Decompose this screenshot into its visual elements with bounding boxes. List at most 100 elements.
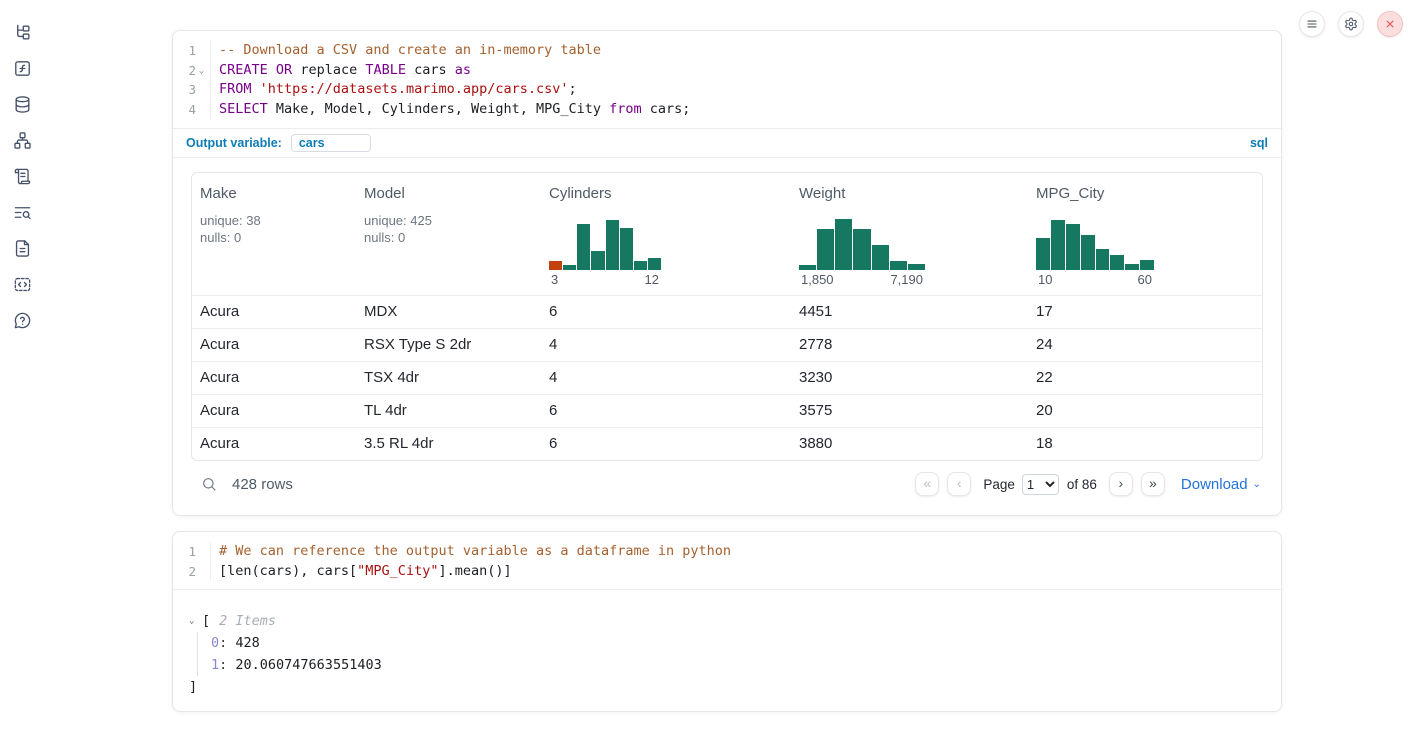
python-cell: 1⌄# We can reference the output variable… — [172, 531, 1282, 712]
histogram-bar[interactable] — [591, 251, 604, 270]
column-name: Weight — [799, 185, 1028, 202]
data-table: Make unique: 38nulls: 0 Model unique: 425nu… — [191, 172, 1263, 461]
snippets-icon[interactable] — [13, 275, 32, 294]
histogram-bar[interactable] — [634, 261, 647, 270]
file-tree-icon[interactable] — [13, 23, 32, 42]
table-row[interactable]: AcuraTSX 4dr4323022 — [192, 361, 1262, 394]
column-histogram: 1,8507,190 — [799, 218, 925, 287]
page-select[interactable]: 1 — [1022, 474, 1059, 495]
line-number: 1 — [188, 41, 196, 61]
histogram-bar[interactable] — [1110, 255, 1124, 270]
histogram-bar[interactable] — [549, 261, 562, 270]
database-icon[interactable] — [13, 95, 32, 114]
column-name: Model — [364, 185, 541, 202]
column-header-mpg_city[interactable]: MPG_City1060 — [1028, 185, 1262, 295]
column-name: Cylinders — [549, 185, 791, 202]
python-editor[interactable]: 1⌄# We can reference the output variable… — [173, 532, 1281, 590]
menu-button[interactable] — [1299, 11, 1325, 37]
table-cell: 20 — [1028, 402, 1262, 419]
logs-search-icon[interactable] — [13, 203, 32, 222]
chevron-down-icon: ⌄ — [1253, 479, 1261, 490]
next-page-button[interactable]: › — [1109, 472, 1133, 496]
table-cell: Acura — [192, 336, 356, 353]
hist-max-label: 12 — [645, 272, 659, 287]
histogram-bar[interactable] — [799, 265, 816, 270]
code-line: 3⌄FROM 'https://datasets.marimo.app/cars… — [173, 80, 1281, 100]
code-line: 1⌄-- Download a CSV and create an in-mem… — [173, 41, 1281, 61]
sql-output: Make unique: 38nulls: 0 Model unique: 425nu… — [173, 157, 1281, 508]
row-count: 428 rows — [232, 476, 293, 493]
fold-chevron-icon[interactable]: ⌄ — [196, 61, 207, 81]
close-bracket: ] — [189, 676, 1281, 698]
column-stats: unique: 38nulls: 0 — [200, 212, 356, 246]
histogram-bar[interactable] — [577, 224, 590, 270]
histogram-bar[interactable] — [1096, 249, 1110, 270]
column-header-model[interactable]: Model unique: 425nulls: 0 — [356, 185, 541, 295]
histogram-bar[interactable] — [563, 265, 576, 270]
sql-cell: 1⌄-- Download a CSV and create an in-mem… — [172, 30, 1282, 516]
sql-editor[interactable]: 1⌄-- Download a CSV and create an in-mem… — [173, 31, 1281, 128]
table-cell: 4 — [541, 369, 791, 386]
line-number: 2 — [188, 562, 196, 582]
close-button[interactable] — [1377, 11, 1403, 37]
column-name: Make — [200, 185, 356, 202]
sql-cell-footer: Output variable: sql — [173, 128, 1281, 157]
column-header-cylinders[interactable]: Cylinders312 — [541, 185, 791, 295]
hist-max-label: 7,190 — [890, 272, 923, 287]
histogram-bar[interactable] — [1051, 220, 1065, 270]
table-cell: MDX — [356, 303, 541, 320]
table-row[interactable]: AcuraMDX6445117 — [192, 295, 1262, 328]
download-button[interactable]: Download ⌄ — [1181, 476, 1261, 493]
item-value: 20.060747663551403 — [235, 657, 381, 673]
open-bracket: [ — [202, 610, 210, 632]
table-row[interactable]: AcuraTL 4dr6357520 — [192, 394, 1262, 427]
dependency-graph-icon[interactable] — [13, 131, 32, 150]
table-row[interactable]: Acura3.5 RL 4dr6388018 — [192, 427, 1262, 460]
histogram-bar[interactable] — [835, 219, 852, 270]
column-header-make[interactable]: Make unique: 38nulls: 0 — [192, 185, 356, 295]
histogram-bar[interactable] — [1066, 224, 1080, 270]
histogram-bar[interactable] — [1125, 264, 1139, 270]
output-variable-input[interactable] — [291, 134, 371, 152]
code-line: 2⌄CREATE OR replace TABLE cars as — [173, 61, 1281, 81]
help-bubble-icon[interactable] — [13, 311, 32, 330]
code-line: 1⌄# We can reference the output variable… — [173, 542, 1281, 562]
histogram-bar[interactable] — [1140, 260, 1154, 270]
collapse-chevron-icon[interactable]: ⌄ — [189, 610, 202, 632]
marimo-app: 1⌄-- Download a CSV and create an in-mem… — [0, 0, 1408, 729]
histogram-bar[interactable] — [606, 220, 619, 270]
histogram-bar[interactable] — [853, 229, 870, 270]
file-text-icon[interactable] — [13, 239, 32, 258]
item-index: 1 — [211, 657, 219, 673]
search-icon[interactable] — [201, 476, 217, 492]
histogram-bar[interactable] — [1081, 235, 1095, 270]
line-number: 4 — [188, 100, 196, 120]
column-header-weight[interactable]: Weight 1,8507,190 — [791, 185, 1028, 295]
table-cell: Acura — [192, 402, 356, 419]
table-cell: 3880 — [791, 435, 1028, 452]
histogram-bar[interactable] — [872, 245, 889, 270]
table-cell: 3.5 RL 4dr — [356, 435, 541, 452]
histogram-bar[interactable] — [817, 229, 834, 270]
settings-button[interactable] — [1338, 11, 1364, 37]
histogram-bar[interactable] — [648, 258, 661, 270]
histogram-bar[interactable] — [908, 264, 925, 270]
histogram-bar[interactable] — [1036, 238, 1050, 270]
table-row[interactable]: AcuraRSX Type S 2dr4277824 — [192, 328, 1262, 361]
last-page-button[interactable]: » — [1141, 472, 1165, 496]
column-stats: unique: 425nulls: 0 — [364, 212, 541, 246]
table-cell: 24 — [1028, 336, 1262, 353]
table-cell: RSX Type S 2dr — [356, 336, 541, 353]
output-variable-label: Output variable: — [186, 136, 282, 150]
column-name: MPG_City — [1036, 185, 1262, 202]
scroll-icon[interactable] — [13, 167, 32, 186]
prev-page-button[interactable]: ‹ — [947, 472, 971, 496]
item-value: 428 — [235, 635, 259, 651]
window-controls — [1299, 11, 1403, 37]
function-square-icon[interactable] — [13, 59, 32, 78]
first-page-button[interactable]: « — [915, 472, 939, 496]
line-number: 2 — [188, 61, 196, 81]
line-number: 3 — [188, 80, 196, 100]
histogram-bar[interactable] — [620, 228, 633, 270]
histogram-bar[interactable] — [890, 261, 907, 270]
